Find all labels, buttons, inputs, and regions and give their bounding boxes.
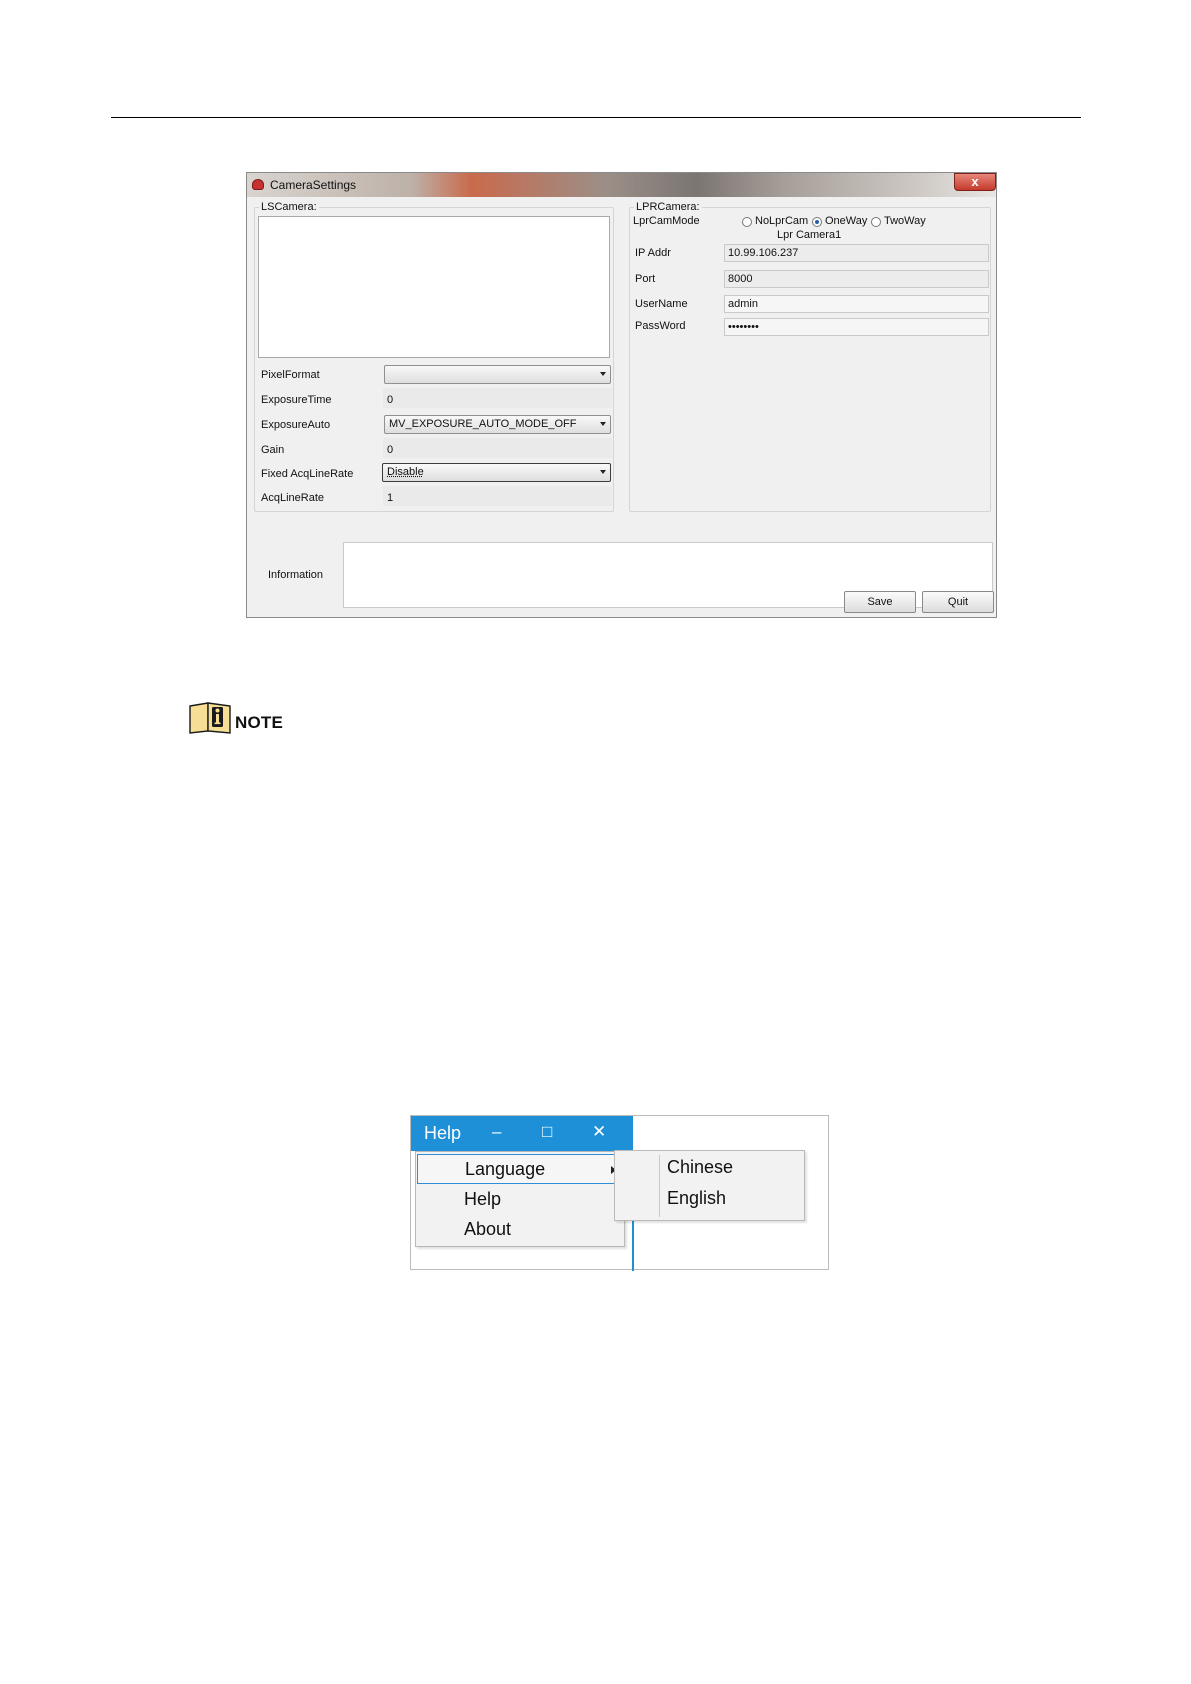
username-input[interactable]: admin xyxy=(724,295,989,313)
exposure-auto-value: MV_EXPOSURE_AUTO_MODE_OFF xyxy=(389,418,577,430)
acq-line-rate-label: AcqLineRate xyxy=(261,492,324,504)
menu-item-about-label: About xyxy=(464,1219,512,1239)
window-title: CameraSettings xyxy=(270,178,357,192)
quit-button[interactable]: Quit xyxy=(922,591,994,613)
exposure-time-bg xyxy=(383,388,612,408)
camera-settings-window: CameraSettings x LSCamera: PixelFormat E… xyxy=(246,172,997,618)
password-input[interactable]: •••••••• xyxy=(724,318,989,336)
menu-item-help[interactable]: Help xyxy=(417,1185,623,1215)
menu-item-about[interactable]: About xyxy=(417,1215,623,1245)
port-label: Port xyxy=(635,273,656,285)
ip-addr-input[interactable]: 10.99.106.237 xyxy=(724,244,989,262)
help-dropdown-menu: Language Help About xyxy=(415,1151,625,1247)
information-label: Information xyxy=(268,569,324,581)
username-label: UserName xyxy=(635,298,688,310)
dropdown-arrow-icon xyxy=(600,422,606,426)
ls-camera-group-label: LSCamera: xyxy=(259,201,319,213)
exposure-time-value[interactable]: 0 xyxy=(387,394,393,406)
minimize-icon[interactable]: – xyxy=(492,1122,501,1142)
help-menu-screenshot: Help – □ ✕ Language Help About Chinese E… xyxy=(410,1115,829,1271)
pixel-format-label: PixelFormat xyxy=(261,369,320,381)
ls-camera-list[interactable] xyxy=(258,216,610,358)
app-icon xyxy=(252,179,264,190)
password-label: PassWord xyxy=(635,320,686,332)
fixed-acq-line-rate-select[interactable]: Disable xyxy=(382,463,611,482)
gain-label: Gain xyxy=(261,444,285,456)
exposure-auto-label: ExposureAuto xyxy=(261,419,331,431)
submenu-separator xyxy=(659,1155,660,1217)
lpr-camera-group: LPRCamera: LprCamMode NoLprCam OneWay Tw… xyxy=(629,201,991,512)
help-titlebar: Help – □ ✕ xyxy=(411,1116,633,1151)
radio-twoway-label: TwoWay xyxy=(884,215,926,227)
lpr-camera-name: Lpr Camera1 xyxy=(777,229,842,241)
gain-value[interactable]: 0 xyxy=(387,444,393,456)
dropdown-arrow-icon xyxy=(600,372,606,376)
radio-nolprcam-label: NoLprCam xyxy=(755,215,809,227)
maximize-icon[interactable]: □ xyxy=(542,1122,552,1142)
exposure-auto-select[interactable]: MV_EXPOSURE_AUTO_MODE_OFF xyxy=(384,415,611,434)
header-rule xyxy=(111,117,1081,118)
acq-line-rate-value[interactable]: 1 xyxy=(387,492,393,504)
radio-oneway-label: OneWay xyxy=(825,215,868,227)
lpr-camera-group-label: LPRCamera: xyxy=(634,201,702,213)
help-title[interactable]: Help xyxy=(424,1123,461,1144)
fixed-acq-line-rate-label: Fixed AcqLineRate xyxy=(261,468,354,480)
submenu-item-chinese[interactable]: Chinese xyxy=(667,1157,733,1178)
radio-twoway[interactable] xyxy=(871,217,881,227)
note-label: NOTE xyxy=(235,713,284,732)
close-button[interactable]: x xyxy=(954,173,996,191)
lpr-cam-mode-label: LprCamMode xyxy=(633,215,700,227)
ip-addr-label: IP Addr xyxy=(635,247,671,259)
menu-item-language-label: Language xyxy=(465,1159,546,1179)
pixel-format-select[interactable] xyxy=(384,365,611,384)
fixed-acq-line-rate-value: Disable xyxy=(387,466,424,478)
language-submenu: Chinese English xyxy=(614,1150,805,1221)
window-titlebar: CameraSettings x xyxy=(247,173,996,197)
radio-nolprcam[interactable] xyxy=(742,217,752,227)
ls-camera-group: LSCamera: PixelFormat ExposureTime 0 Exp… xyxy=(254,201,614,512)
submenu-item-english[interactable]: English xyxy=(667,1188,726,1209)
save-button[interactable]: Save xyxy=(844,591,916,613)
menu-item-language[interactable]: Language xyxy=(417,1154,623,1184)
dropdown-arrow-icon xyxy=(600,470,606,474)
window-body: LSCamera: PixelFormat ExposureTime 0 Exp… xyxy=(247,197,996,617)
close-icon[interactable]: ✕ xyxy=(592,1122,606,1142)
port-input[interactable]: 8000 xyxy=(724,270,989,288)
exposure-time-label: ExposureTime xyxy=(261,394,332,406)
menu-item-help-label: Help xyxy=(464,1189,502,1209)
acq-line-rate-bg xyxy=(383,486,612,506)
radio-oneway[interactable] xyxy=(812,217,822,227)
info-book-icon xyxy=(189,702,231,734)
gain-bg xyxy=(383,438,612,458)
